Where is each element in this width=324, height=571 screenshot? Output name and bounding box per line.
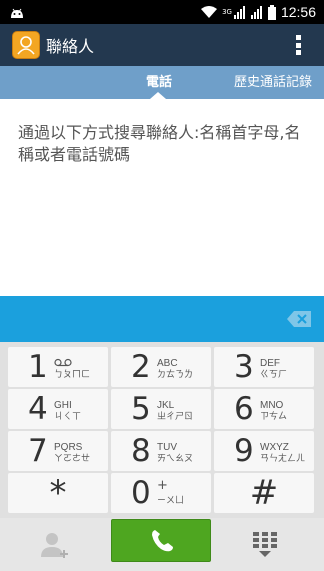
dial-input-bar[interactable] — [0, 296, 324, 342]
key-digit: 6 — [234, 391, 254, 427]
key-digit: 2 — [131, 349, 151, 385]
key-digit: 7 — [28, 433, 48, 469]
call-button[interactable] — [111, 519, 211, 562]
key-8[interactable]: 8 TUV ㄞㄟㄠㄡ — [111, 431, 211, 471]
key-digit: 1 — [28, 349, 48, 385]
overflow-menu-icon[interactable] — [296, 35, 302, 55]
key-bopomofo: ㄐㄑㄒ — [54, 412, 82, 422]
key-7[interactable]: 7 PQRS ㄚㄛㄜㄝ — [8, 431, 108, 471]
status-bar: 3G 12:56 — [0, 0, 324, 24]
key-digit: 5 — [131, 391, 151, 427]
tab-bar: 電話 歷史通話記錄 — [0, 66, 324, 99]
key-digit: 9 — [234, 433, 254, 469]
bottom-action-bar — [0, 518, 324, 571]
clock: 12:56 — [280, 4, 316, 20]
dialpad-toggle-icon[interactable] — [253, 532, 277, 558]
key-digit: 4 — [28, 391, 48, 427]
key-bopomofo: ㄓㄔㄕㄖ — [157, 412, 194, 422]
key-letters: WXYZ — [260, 442, 289, 453]
key-bopomofo: ㄍㄎㄏ — [260, 370, 288, 380]
key-bopomofo: ㄚㄛㄜㄝ — [54, 454, 91, 464]
dialpad: 1 ㄅㄆㄇㄈ 2 ABC ㄉㄊㄋㄌ 3 DEF ㄍㄎㄏ 4 GHI ㄐㄑㄒ 5 … — [0, 342, 324, 518]
network-type-label: 3G — [222, 8, 232, 16]
key-2[interactable]: 2 ABC ㄉㄊㄋㄌ — [111, 347, 211, 387]
key-letters: PQRS — [54, 442, 83, 453]
key-letters: JKL — [157, 400, 175, 411]
key-digit: * — [49, 473, 67, 513]
key-letters: ABC — [157, 358, 178, 369]
key-letters: TUV — [157, 442, 177, 453]
key-letters: GHI — [54, 400, 72, 411]
tab-phone[interactable]: 電話 — [128, 66, 190, 99]
key-letters: DEF — [260, 358, 280, 369]
key-bopomofo: ㄉㄊㄋㄌ — [157, 370, 194, 380]
key-bopomofo: ㄗㄘㄙ — [260, 412, 288, 422]
app-title: 聯絡人 — [46, 37, 95, 56]
tab-phone-label: 電話 — [145, 75, 172, 90]
add-contact-icon[interactable] — [38, 530, 70, 560]
key-hash[interactable]: # — [214, 473, 314, 513]
wifi-icon — [201, 6, 218, 18]
app-header: 聯絡人 — [0, 24, 324, 66]
key-bopomofo: ㄅㄆㄇㄈ — [54, 370, 91, 380]
key-digit: 3 — [234, 349, 254, 385]
key-9[interactable]: 9 WXYZ ㄢㄣㄤㄥㄦ — [214, 431, 314, 471]
key-bopomofo: ㄢㄣㄤㄥㄦ — [260, 454, 306, 464]
key-6[interactable]: 6 MNO ㄗㄘㄙ — [214, 389, 314, 429]
backspace-icon[interactable] — [286, 310, 312, 328]
key-letters: MNO — [260, 400, 284, 411]
key-digit: # — [249, 473, 279, 513]
key-digit: 8 — [131, 433, 151, 469]
key-3[interactable]: 3 DEF ㄍㄎㄏ — [214, 347, 314, 387]
battery-icon — [267, 4, 276, 20]
signal-icon — [250, 6, 262, 19]
contacts-icon[interactable] — [12, 31, 40, 59]
key-letters: + — [157, 478, 168, 493]
key-4[interactable]: 4 GHI ㄐㄑㄒ — [8, 389, 108, 429]
search-hint: 通過以下方式搜尋聯絡人:名稱首字母,名稱或者電話號碼 — [18, 123, 301, 164]
key-bopomofo: ㄧㄨㄩ — [157, 496, 185, 506]
tab-call-history-label: 歷史通話記錄 — [234, 75, 313, 90]
key-digit: 0 — [131, 475, 151, 511]
key-1[interactable]: 1 ㄅㄆㄇㄈ — [8, 347, 108, 387]
key-0[interactable]: 0 + ㄧㄨㄩ — [111, 473, 211, 513]
voicemail-icon — [54, 358, 72, 367]
android-icon — [11, 8, 23, 18]
tab-call-history[interactable]: 歷史通話記錄 — [234, 66, 324, 99]
phone-icon — [152, 530, 173, 552]
key-bopomofo: ㄞㄟㄠㄡ — [157, 454, 194, 464]
tab-selected-indicator — [150, 92, 166, 99]
key-5[interactable]: 5 JKL ㄓㄔㄕㄖ — [111, 389, 211, 429]
signal-3g-icon — [233, 6, 245, 19]
key-star[interactable]: * — [8, 473, 108, 513]
